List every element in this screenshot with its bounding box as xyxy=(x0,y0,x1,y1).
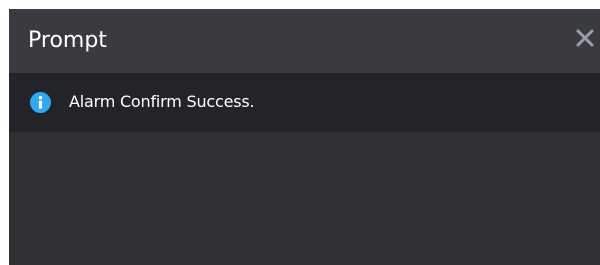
message-text: Alarm Confirm Success. xyxy=(69,92,255,111)
dialog-title: Prompt xyxy=(28,28,107,53)
message-bar: Alarm Confirm Success. xyxy=(9,73,600,132)
info-icon xyxy=(30,92,51,113)
close-button[interactable] xyxy=(570,23,600,53)
close-icon xyxy=(576,29,594,47)
prompt-dialog: Prompt Alarm Confirm Success. xyxy=(9,9,600,265)
dialog-body xyxy=(9,132,600,265)
dialog-titlebar: Prompt xyxy=(9,9,600,73)
